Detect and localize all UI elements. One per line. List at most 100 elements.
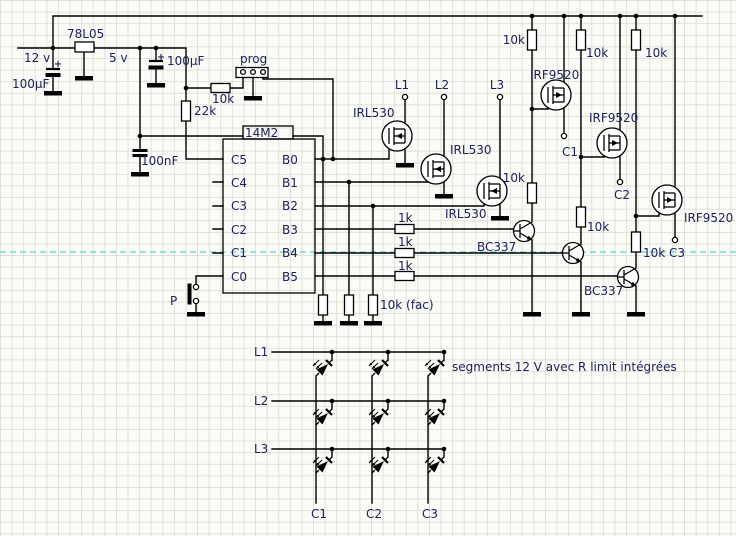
ground-icon bbox=[364, 321, 382, 326]
label-irl530-1: IRL530 bbox=[353, 106, 394, 120]
label-10k-pullup-3: 10k bbox=[645, 46, 667, 60]
mosfet-irl530-1 bbox=[381, 120, 413, 152]
label-irl530-2: IRL530 bbox=[450, 143, 491, 157]
ground-icon bbox=[131, 172, 149, 177]
ground-icon bbox=[187, 312, 205, 317]
net-label-c2: C2 bbox=[614, 188, 630, 202]
net-label-l2: L2 bbox=[435, 78, 449, 92]
resistor-22k bbox=[180, 100, 192, 122]
label-1k-2: 1k bbox=[398, 235, 413, 249]
matrix-col-c3: C3 bbox=[422, 507, 438, 521]
wires bbox=[17, 15, 703, 504]
led-icon bbox=[311, 358, 334, 378]
regulator-78l05-body bbox=[74, 41, 95, 53]
label-10k-fac: 10k (fac) bbox=[380, 298, 434, 312]
mcu-pin-c0: C0 bbox=[231, 270, 247, 284]
matrix-note: segments 12 V avec R limit intégrées bbox=[452, 360, 677, 374]
resistor-10k-pullup-1 bbox=[526, 29, 538, 51]
label-cap-bypass: 100nF bbox=[141, 154, 179, 168]
ground-icon bbox=[147, 83, 165, 88]
led-icon bbox=[367, 358, 390, 378]
label-irf9520-3: IRF9520 bbox=[684, 211, 733, 225]
label-1k-1: 1k bbox=[398, 211, 413, 225]
mcu-pin-b2: B2 bbox=[282, 199, 298, 213]
polarity-plus-icon: + bbox=[54, 59, 62, 70]
net-label-l1: L1 bbox=[395, 78, 409, 92]
ground-icon bbox=[44, 91, 62, 96]
led-icon bbox=[423, 358, 446, 378]
label-22k: 22k bbox=[194, 104, 216, 118]
resistor-10k-gate-3 bbox=[630, 231, 642, 253]
label-mcu-part: 14M2 bbox=[245, 126, 278, 140]
schematic-sheet: 12 v 78L05 5 v 100µF 100µF 100nF + + pro… bbox=[0, 0, 736, 536]
matrix-col-c1: C1 bbox=[311, 507, 327, 521]
ground-icon bbox=[435, 194, 453, 199]
ground-icon bbox=[244, 96, 262, 101]
mcu-pin-b0: B0 bbox=[282, 153, 298, 167]
junction-dots bbox=[50, 13, 678, 452]
resistor-10k-gate-2 bbox=[575, 206, 587, 228]
mcu-pin-b3: B3 bbox=[282, 223, 298, 237]
prog-pin-2 bbox=[249, 68, 257, 76]
label-prog: prog bbox=[240, 52, 267, 66]
mosfet-irf9520-3 bbox=[651, 184, 683, 216]
label-bc337-1: BC337 bbox=[477, 240, 516, 254]
label-5v: 5 v bbox=[109, 51, 128, 65]
label-10k-gate-3: 10k bbox=[643, 246, 665, 260]
mosfet-irf9520-1 bbox=[540, 79, 572, 111]
terminal-c1 bbox=[560, 132, 568, 140]
ground-icon bbox=[572, 312, 590, 317]
matrix-row-l1: L1 bbox=[254, 345, 268, 359]
mcu-pin-c3: C3 bbox=[231, 199, 247, 213]
terminal-l1 bbox=[401, 93, 409, 101]
label-10k-gate-2: 10k bbox=[587, 220, 609, 234]
cap-100uf-input bbox=[45, 67, 61, 77]
mosfet-irl530-2 bbox=[420, 153, 452, 185]
ground-symbols bbox=[44, 76, 645, 326]
mcu-pin-b1: B1 bbox=[282, 176, 298, 190]
schematic-canvas: 12 v 78L05 5 v 100µF 100µF 100nF + + pro… bbox=[0, 13, 736, 521]
transistor-bc337-2 bbox=[561, 241, 585, 265]
net-label-c1: C1 bbox=[562, 145, 578, 159]
net-label-l3: L3 bbox=[490, 78, 504, 92]
mcu-pin-c5: C5 bbox=[231, 153, 247, 167]
mcu-pin-c2: C2 bbox=[231, 223, 247, 237]
label-cap-input: 100µF bbox=[12, 77, 50, 91]
transistor-bc337-1 bbox=[512, 219, 536, 243]
resistor-10k-fac-1 bbox=[317, 294, 329, 316]
label-10k-pullup-2: 10k bbox=[586, 46, 608, 60]
matrix-row-l2: L2 bbox=[254, 394, 268, 408]
terminal-c3 bbox=[671, 236, 679, 244]
label-1k-3: 1k bbox=[398, 259, 413, 273]
ground-icon bbox=[523, 312, 541, 317]
matrix-row-l3: L3 bbox=[254, 442, 268, 456]
push-button bbox=[187, 283, 200, 305]
ground-icon bbox=[491, 216, 509, 221]
label-bc337-2: BC337 bbox=[584, 284, 623, 298]
label-button-p: P bbox=[170, 294, 177, 308]
ground-icon bbox=[627, 312, 645, 317]
terminal-c2 bbox=[616, 178, 624, 186]
resistor-10k-pullup-2 bbox=[575, 29, 587, 51]
capacitors bbox=[45, 59, 164, 157]
label-regulator: 78L05 bbox=[67, 27, 104, 41]
resistor-1k-2 bbox=[394, 247, 415, 259]
label-irf9520-2: IRF9520 bbox=[589, 111, 638, 125]
polarity-plus-icon: + bbox=[157, 52, 165, 63]
mcu-pin-b5: B5 bbox=[282, 270, 298, 284]
label-irl530-3: IRL530 bbox=[445, 207, 486, 221]
resistor-1k-1 bbox=[394, 223, 415, 235]
label-12v: 12 v bbox=[24, 51, 50, 65]
label-10k-gate-1: 10k bbox=[503, 171, 525, 185]
prog-pin-3 bbox=[259, 68, 267, 76]
mcu-pin-c4: C4 bbox=[231, 176, 247, 190]
mcu-pin-b4: B4 bbox=[282, 246, 298, 260]
mosfet-irf9520-2 bbox=[596, 127, 628, 159]
ground-icon bbox=[396, 163, 414, 168]
label-cap-output: 100µF bbox=[167, 54, 205, 68]
label-irf9520-1: IRF9520 bbox=[530, 68, 579, 82]
ground-icon bbox=[340, 321, 358, 326]
matrix-col-c2: C2 bbox=[366, 507, 382, 521]
resistor-10k-fac-3 bbox=[367, 294, 379, 316]
mcu-pin-c1: C1 bbox=[231, 246, 247, 260]
